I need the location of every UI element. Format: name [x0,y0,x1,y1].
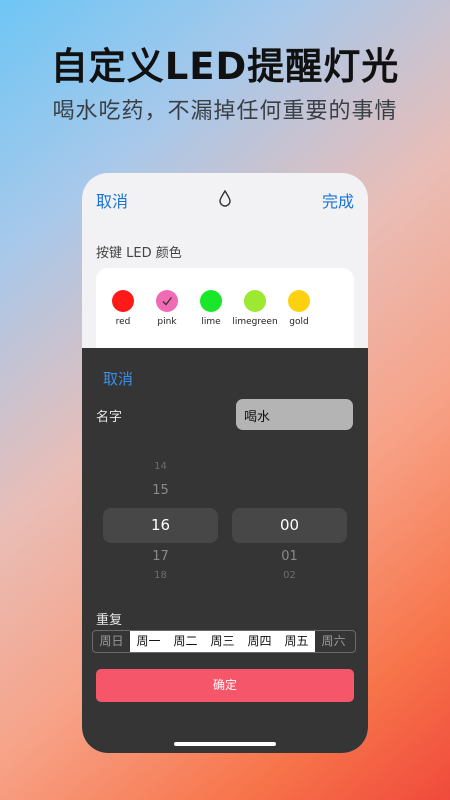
day-friday[interactable]: 周五 [278,631,315,652]
reminder-sheet: 取消 名字 喝水 14 15 16 17 18 00 01 02 重复 周日 周… [82,348,368,753]
day-thursday[interactable]: 周四 [241,631,278,652]
cancel-button[interactable]: 取消 [96,188,128,212]
day-monday[interactable]: 周一 [130,631,167,652]
minute-picker[interactable]: 00 01 02 [232,453,347,578]
color-card: red pink lime limegreen gold [96,268,354,358]
name-input[interactable]: 喝水 [236,399,353,430]
hour-picker[interactable]: 14 15 16 17 18 [103,453,218,578]
promo-subline: 喝水吃药，不漏掉任何重要的事情 [52,99,398,124]
home-indicator [174,742,276,746]
led-color-label: 按键 LED 颜色 [96,246,182,261]
minute-selected[interactable]: 00 [232,516,347,534]
weekday-selector: 周日 周一 周二 周三 周四 周五 周六 [92,630,356,653]
color-dot [200,290,222,312]
promo-headline: 自定义LED提醒灯光 [50,45,400,88]
swatch-label: gold [289,317,309,327]
color-dot [244,290,266,312]
hour-option[interactable]: 17 [103,549,218,564]
day-tuesday[interactable]: 周二 [167,631,204,652]
hour-selected[interactable]: 16 [103,516,218,534]
hour-option[interactable]: 14 [103,461,218,472]
done-button[interactable]: 完成 [322,188,354,212]
day-saturday[interactable]: 周六 [315,631,352,652]
hour-option[interactable]: 18 [103,570,218,578]
day-wednesday[interactable]: 周三 [204,631,241,652]
color-dot [112,290,134,312]
confirm-button[interactable]: 确定 [96,669,354,702]
minute-option[interactable]: 02 [232,570,347,578]
hour-option[interactable]: 15 [103,483,218,498]
swatch-gold[interactable]: gold [269,290,329,327]
day-sunday[interactable]: 周日 [93,631,130,652]
color-dot [156,290,178,312]
name-label: 名字 [96,410,123,425]
color-dot [288,290,310,312]
sheet-cancel-button[interactable]: 取消 [103,368,133,389]
minute-option[interactable]: 01 [232,549,347,564]
top-bar: 取消 完成 [82,173,368,223]
phone-screen: 取消 完成 按键 LED 颜色 red pink lime limegreen [82,173,368,753]
repeat-label: 重复 [96,613,123,628]
water-drop-icon [219,190,231,207]
checkmark-icon [162,297,173,306]
